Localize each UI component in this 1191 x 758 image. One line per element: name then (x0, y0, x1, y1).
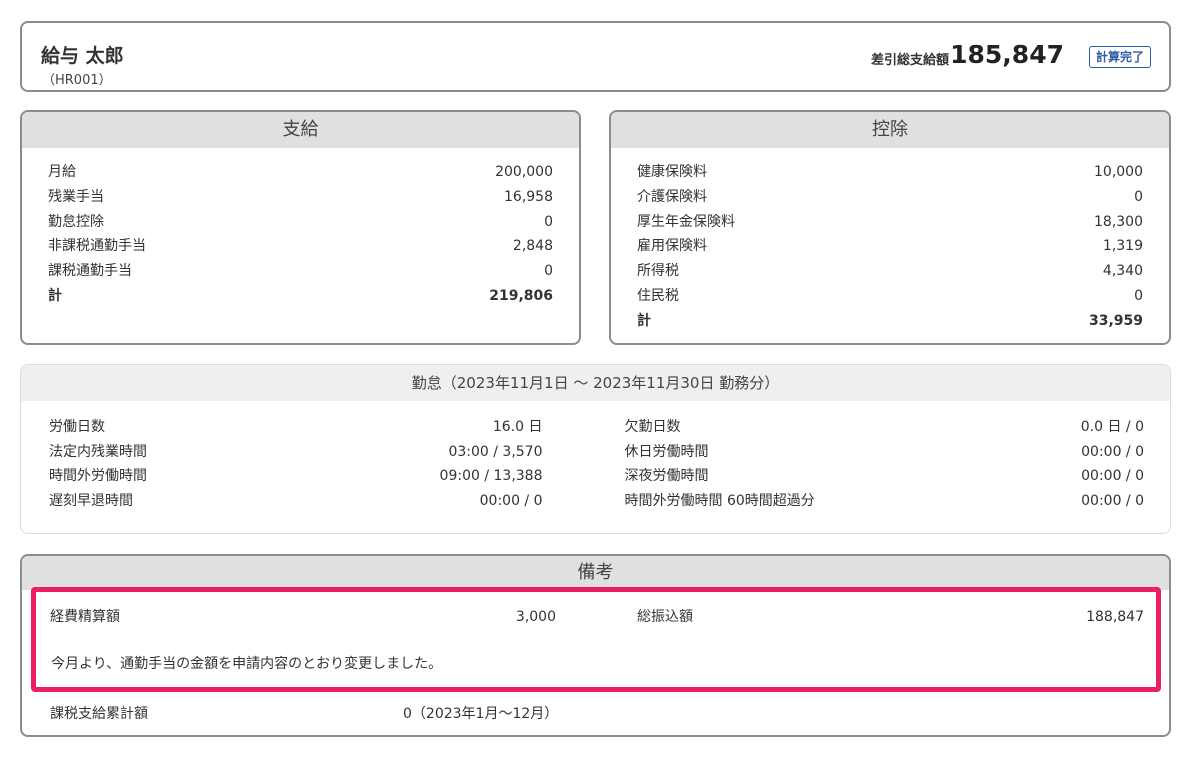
list-item: 介護保険料 0 (637, 185, 1143, 210)
list-item: 時間外労働時間 09:00 / 13,388 (49, 464, 543, 489)
list-item: 雇用保険料 1,319 (637, 234, 1143, 259)
ytd-value: 0（2023年1月〜12月） (403, 706, 559, 722)
list-item: 課税通勤手当 0 (48, 259, 553, 284)
item-value: 00:00 / 0 (1081, 443, 1144, 460)
transfer-label: 総振込額 (637, 609, 693, 625)
transfer-value: 188,847 (1086, 609, 1144, 625)
item-label: 時間外労働時間 60時間超過分 (624, 492, 815, 509)
total-value: 33,959 (1088, 312, 1143, 329)
expense-label: 経費精算額 (50, 609, 120, 625)
payments-panel: 支給 月給 200,000 残業手当 16,958 勤怠控除 0 非課税通勤手当 2,8… (20, 110, 581, 345)
item-label: 住民税 (637, 287, 679, 304)
ytd-row: 課税支給累計額 0（2023年1月〜12月） (22, 703, 1169, 725)
item-label: 法定内残業時間 (49, 443, 147, 460)
item-value: 4,340 (1102, 263, 1143, 280)
item-value: 00:00 / 0 (479, 492, 543, 509)
total-label: 計 (48, 287, 62, 304)
notes-title: 備考 (22, 556, 1169, 590)
notes-panel: 備考 経費精算額 3,000 総振込額 188,847 今月より、通勤手当の金額… (20, 554, 1171, 737)
employee-header: 給与 太郎 （HR001） 差引総支給額 185,847 計算完了 (20, 21, 1171, 92)
attendance-left-column: 労働日数 16.0 日 法定内残業時間 03:00 / 3,570 時間外労働時間 0… (49, 415, 597, 513)
item-label: 健康保険料 (637, 164, 707, 180)
item-value: 00:00 / 0 (1081, 492, 1144, 509)
item-label: 休日労働時間 (624, 443, 709, 460)
list-item: 深夜労働時間 00:00 / 0 (625, 464, 1145, 489)
item-value: 0.0 日 / 0 (1080, 419, 1144, 435)
item-label: 遅刻早退時間 (49, 492, 133, 509)
item-label: 月給 (48, 164, 76, 180)
item-value: 16,958 (504, 188, 553, 205)
item-label: 非課税通勤手当 (48, 238, 146, 255)
item-label: 介護保険料 (637, 188, 707, 205)
item-value: 03:00 / 3,570 (448, 443, 543, 460)
item-label: 課税通勤手当 (48, 263, 132, 280)
list-item: 厚生年金保険料 18,300 (637, 210, 1143, 235)
item-value: 2,848 (512, 238, 553, 255)
total-value: 219,806 (489, 287, 553, 304)
attendance-panel: 勤怠（2023年11月1日 〜 2023年11月30日 勤務分） 労働日数 16.… (20, 364, 1171, 534)
item-value: 16.0 日 (492, 419, 543, 435)
item-label: 時間外労働時間 (49, 468, 147, 484)
item-value: 0 (544, 213, 553, 230)
net-pay-label: 差引総支給額 (870, 53, 949, 68)
list-item: 法定内残業時間 03:00 / 3,570 (49, 440, 543, 465)
item-label: 所得税 (637, 263, 679, 280)
list-item: 遅刻早退時間 00:00 / 0 (49, 489, 543, 514)
list-item: 所得税 4,340 (637, 259, 1143, 284)
net-pay-amount: 185,847 (950, 40, 1064, 69)
ytd-label: 課税支給累計額 (50, 706, 148, 722)
item-label: 厚生年金保険料 (637, 213, 735, 230)
notes-amount-row: 経費精算額 3,000 総振込額 188,847 (36, 606, 1156, 628)
item-value: 0 (1134, 188, 1143, 205)
list-item: 健康保険料 10,000 (637, 160, 1143, 185)
list-item: 住民税 0 (637, 284, 1143, 309)
item-value: 0 (544, 263, 553, 280)
attendance-title: 勤怠（2023年11月1日 〜 2023年11月30日 勤務分） (21, 365, 1170, 401)
list-item: 時間外労働時間 60時間超過分 00:00 / 0 (625, 489, 1145, 514)
status-badge: 計算完了 (1088, 46, 1151, 68)
payments-total-row: 計 219,806 (48, 284, 553, 309)
item-value: 200,000 (495, 164, 553, 180)
item-value: 0 (1134, 287, 1143, 304)
list-item: 月給 200,000 (48, 160, 553, 185)
notes-message: 今月より、通勤手当の金額を申請内容のとおり変更しました。 (51, 656, 443, 672)
item-value: 1,319 (1102, 238, 1143, 255)
deductions-total-row: 計 33,959 (637, 309, 1143, 334)
item-value: 00:00 / 0 (1081, 468, 1144, 484)
employee-code: （HR001） (42, 73, 112, 88)
deductions-title: 控除 (611, 112, 1169, 148)
item-value: 09:00 / 13,388 (439, 468, 543, 484)
list-item: 勤怠控除 0 (48, 210, 553, 235)
list-item: 休日労働時間 00:00 / 0 (625, 440, 1145, 465)
highlight-box: 経費精算額 3,000 総振込額 188,847 今月より、通勤手当の金額を申請… (31, 587, 1161, 692)
expense-value: 3,000 (515, 609, 556, 625)
list-item: 労働日数 16.0 日 (49, 415, 543, 440)
item-value: 10,000 (1094, 164, 1143, 180)
item-value: 18,300 (1094, 213, 1143, 230)
deductions-panel: 控除 健康保険料 10,000 介護保険料 0 厚生年金保険料 18,300 雇用保険… (609, 110, 1171, 345)
item-label: 労働日数 (49, 419, 105, 435)
employee-name: 給与 太郎 (41, 45, 124, 67)
payments-title: 支給 (22, 112, 579, 148)
deductions-list: 健康保険料 10,000 介護保険料 0 厚生年金保険料 18,300 雇用保険料 1,… (611, 148, 1169, 334)
total-label: 計 (637, 312, 651, 329)
list-item: 残業手当 16,958 (48, 185, 553, 210)
list-item: 非課税通勤手当 2,848 (48, 234, 553, 259)
payments-list: 月給 200,000 残業手当 16,958 勤怠控除 0 非課税通勤手当 2,848 … (22, 148, 579, 309)
item-label: 欠勤日数 (624, 419, 681, 435)
item-label: 残業手当 (48, 188, 104, 205)
list-item: 欠勤日数 0.0 日 / 0 (625, 415, 1145, 440)
item-label: 勤怠控除 (48, 213, 104, 230)
item-label: 雇用保険料 (637, 238, 707, 255)
attendance-right-column: 欠勤日数 0.0 日 / 0 休日労働時間 00:00 / 0 深夜労働時間 00:0… (597, 415, 1145, 513)
item-label: 深夜労働時間 (624, 468, 709, 484)
